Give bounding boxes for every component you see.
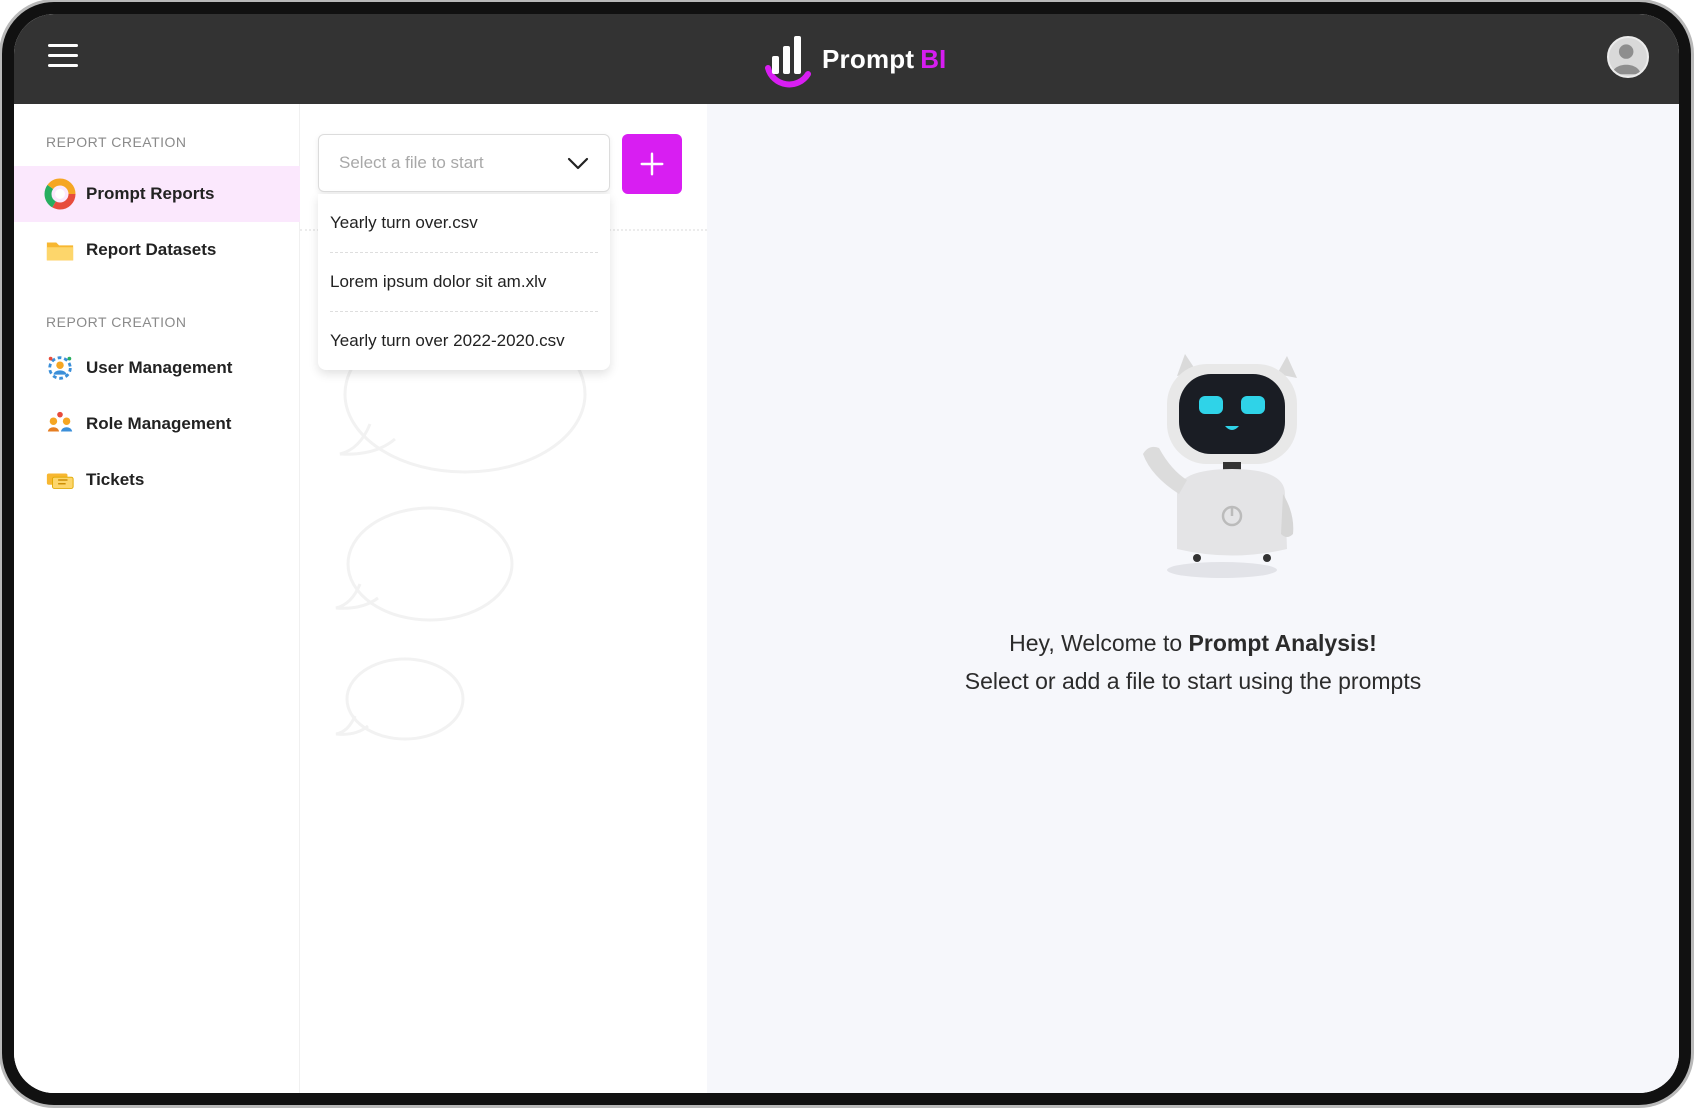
sidebar-section-label: REPORT CREATION: [46, 314, 187, 330]
file-option[interactable]: Lorem ipsum dolor sit am.xlv: [330, 253, 598, 312]
add-file-button[interactable]: [622, 134, 682, 194]
donut-chart-icon: [44, 178, 76, 210]
user-avatar-icon[interactable]: [1607, 36, 1649, 78]
welcome-prefix: Hey, Welcome to: [1009, 630, 1189, 656]
sidebar-item-label: User Management: [86, 358, 233, 377]
sidebar-section-label: REPORT CREATION: [46, 134, 187, 150]
device-frame: Prompt BI REPORT CREATION Prompt Reports: [2, 2, 1691, 1105]
file-dropdown: Yearly turn over.csv Lorem ipsum dolor s…: [318, 194, 610, 370]
role-users-icon: [44, 408, 76, 440]
file-option[interactable]: Yearly turn over 2022-2020.csv: [330, 312, 598, 370]
welcome-line-2: Select or add a file to start using the …: [964, 668, 1422, 694]
file-option[interactable]: Yearly turn over.csv: [330, 194, 598, 253]
sidebar-item-role-management[interactable]: Role Management: [14, 396, 300, 452]
ticket-icon: [44, 464, 76, 496]
sidebar-item-user-management[interactable]: User Management: [14, 340, 300, 396]
sidebar-item-label: Tickets: [86, 470, 145, 489]
sidebar-item-label: Report Datasets: [86, 240, 217, 259]
plus-icon: [640, 152, 664, 176]
sidebar-item-tickets[interactable]: Tickets: [14, 452, 300, 508]
brand-logo-icon: [765, 36, 811, 88]
users-gear-icon: [44, 352, 76, 384]
sidebar-item-prompt-reports[interactable]: Prompt Reports: [14, 166, 300, 222]
file-select-placeholder: Select a file to start: [339, 153, 484, 172]
sidebar: REPORT CREATION Prompt Reports Report Da…: [14, 104, 300, 1093]
brand-accent: BI: [920, 43, 947, 74]
robot-mascot-icon: [1143, 354, 1297, 578]
sidebar-item-label: Prompt Reports: [86, 184, 215, 203]
chevron-down-icon: [567, 157, 589, 170]
sidebar-item-report-datasets[interactable]: Report Datasets: [14, 222, 300, 278]
folder-icon: [44, 234, 76, 266]
hamburger-icon[interactable]: [48, 42, 78, 70]
brand[interactable]: Prompt BI: [762, 30, 946, 88]
welcome-product-name: Prompt Analysis!: [1188, 630, 1377, 656]
sidebar-item-label: Role Management: [86, 414, 232, 433]
file-select[interactable]: Select a file to start: [318, 134, 610, 192]
brand-name: Prompt: [822, 43, 915, 74]
file-panel: Select a file to start Yearly turn over.…: [300, 104, 707, 1093]
welcome-line-1: Hey, Welcome to Prompt Analysis!: [707, 624, 1679, 662]
top-bar: Prompt BI: [14, 14, 1679, 104]
welcome-area: Hey, Welcome to Prompt Analysis! Select …: [707, 104, 1679, 1093]
welcome-message: Hey, Welcome to Prompt Analysis! Select …: [707, 624, 1679, 700]
